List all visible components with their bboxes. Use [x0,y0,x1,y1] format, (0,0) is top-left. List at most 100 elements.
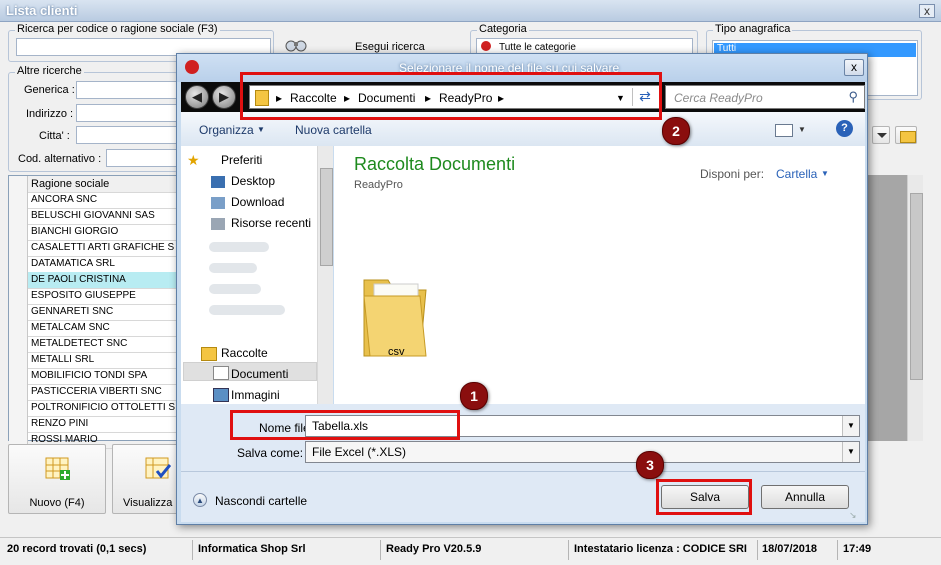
table-row[interactable]: CASALETTI ARTI GRAFICHE S [9,240,179,257]
dropdown-button[interactable] [872,126,890,144]
row-label: POLTRONIFICIO OTTOLETTI S [31,402,176,413]
table-row[interactable]: BIANCHI GIORGIO [9,224,179,241]
nav-raccolte[interactable]: Raccolte [221,346,268,360]
row-selector[interactable] [9,256,28,272]
nav-documenti[interactable]: Documenti [231,367,288,381]
arrange-dropdown[interactable]: Cartella [776,167,817,181]
cod-alternativo-input[interactable] [106,149,178,167]
chevron-up-icon[interactable]: ▲ [193,493,207,507]
nav-immagini[interactable]: Immagini [231,388,280,402]
chevron-down-icon[interactable]: ▼ [257,125,265,134]
folder-icon [363,279,427,357]
csv-folder[interactable]: csv [360,260,430,360]
citta-input[interactable] [76,126,178,144]
chevron-down-icon[interactable]: ▼ [842,442,859,462]
forward-button[interactable]: ▶ [212,85,236,109]
search-button[interactable]: Esegui ricerca [355,41,425,53]
category-value: Tutte le categorie [499,42,576,53]
table-row[interactable]: MOBILIFICIO TONDI SPA [9,368,179,385]
row-selector[interactable] [9,368,28,384]
row-label: BELUSCHI GIOVANNI SAS [31,210,155,221]
generica-input[interactable] [76,81,178,99]
view-label: Visualizza ( [123,497,180,509]
search-icon[interactable]: ⚲ [848,89,858,105]
indirizzo-input[interactable] [76,104,178,122]
table-row[interactable]: RENZO PINI [9,416,179,433]
row-selector[interactable] [9,192,28,208]
table-row[interactable]: BELUSCHI GIOVANNI SAS [9,208,179,225]
view-mode-icon[interactable] [775,124,793,137]
recent-places-icon [211,218,225,230]
row-label: METALDETECT SNC [31,338,128,349]
table-row[interactable]: METALLI SRL [9,352,179,369]
row-label: ESPOSITO GIUSEPPE [31,290,136,301]
status-date: 18/07/2018 [762,543,818,555]
organize-menu[interactable]: Organizza [199,123,254,137]
blurred-item[interactable] [209,284,261,294]
clients-grid[interactable]: Ragione sociale ANCORA SNC BELUSCHI GIOVA… [8,175,179,449]
chevron-down-icon[interactable]: ▼ [798,125,806,134]
nav-download[interactable]: Download [231,195,284,209]
cancel-button[interactable]: Annulla [761,485,849,509]
chevron-down-icon[interactable]: ▼ [821,169,829,178]
blurred-item[interactable] [209,263,257,273]
nav-recent[interactable]: Risorse recenti [231,216,311,230]
row-selector[interactable] [9,224,28,240]
blurred-item[interactable] [209,305,285,315]
binoculars-icon[interactable] [284,37,308,53]
search-box[interactable]: Cerca ReadyPro ⚲ [665,85,865,109]
status-company: Informatica Shop Srl [198,543,306,555]
help-icon[interactable]: ? [836,120,853,137]
table-row[interactable]: METALCAM SNC [9,320,179,337]
search-legend: Ricerca per codice o ragione sociale (F3… [15,23,220,35]
row-selector[interactable] [9,208,28,224]
table-row[interactable]: PASTICCERIA VIBERTI SNC [9,384,179,401]
window-close-button[interactable]: x [919,4,935,18]
row-selector[interactable] [9,384,28,400]
status-separator [380,540,381,560]
nav-desktop[interactable]: Desktop [231,174,275,188]
table-row[interactable]: ANCORA SNC [9,192,179,209]
row-selector[interactable] [9,416,28,432]
new-folder-button[interactable]: Nuova cartella [295,123,372,137]
chevron-down-icon[interactable]: ▼ [842,416,859,436]
row-selector[interactable] [9,400,28,416]
table-row[interactable]: ESPOSITO GIUSEPPE [9,288,179,305]
grid-scroll-thumb[interactable] [910,193,923,380]
dialog-close-button[interactable]: x [844,59,864,76]
view-button[interactable]: Visualizza ( [112,444,180,514]
new-client-button[interactable]: Nuovo (F4) [8,444,106,514]
category-legend: Categoria [477,23,529,35]
table-row[interactable]: POLTRONIFICIO OTTOLETTI S [9,400,179,417]
table-row[interactable]: DE PAOLI CRISTINA [9,272,179,289]
status-version: Ready Pro V20.5.9 [386,543,482,555]
row-selector[interactable] [9,320,28,336]
table-row[interactable]: DATAMATICA SRL [9,256,179,273]
search-placeholder: Cerca ReadyPro [674,91,763,105]
row-selector[interactable] [9,304,28,320]
step-badge-3: 3 [636,451,664,479]
row-selector[interactable] [9,288,28,304]
indirizzo-label: Indirizzo : [26,108,74,120]
resize-grip-icon[interactable]: ↘ [849,510,861,522]
filetype-select[interactable]: File Excel (*.XLS) ▼ [305,441,860,463]
table-row[interactable]: GENNARETI SNC [9,304,179,321]
blurred-item[interactable] [209,242,269,252]
row-selector[interactable] [9,272,28,288]
back-button[interactable]: ◀ [185,85,209,109]
nav-scrollbar[interactable] [317,146,333,404]
window-titlebar: Lista clienti [0,0,941,22]
folder-button[interactable] [895,126,917,144]
citta-label: Citta' : [39,130,70,142]
nav-scroll-thumb[interactable] [320,168,333,266]
star-icon: ★ [187,152,200,168]
row-selector[interactable] [9,336,28,352]
table-row[interactable]: METALDETECT SNC [9,336,179,353]
hide-folders-link[interactable]: Nascondi cartelle [215,494,307,508]
content-subtitle: ReadyPro [354,179,403,191]
grid-header[interactable]: Ragione sociale [9,176,179,193]
row-selector[interactable] [9,240,28,256]
grid-scrollbar[interactable] [907,175,923,441]
nav-favorites[interactable]: Preferiti [221,153,262,167]
row-selector[interactable] [9,352,28,368]
